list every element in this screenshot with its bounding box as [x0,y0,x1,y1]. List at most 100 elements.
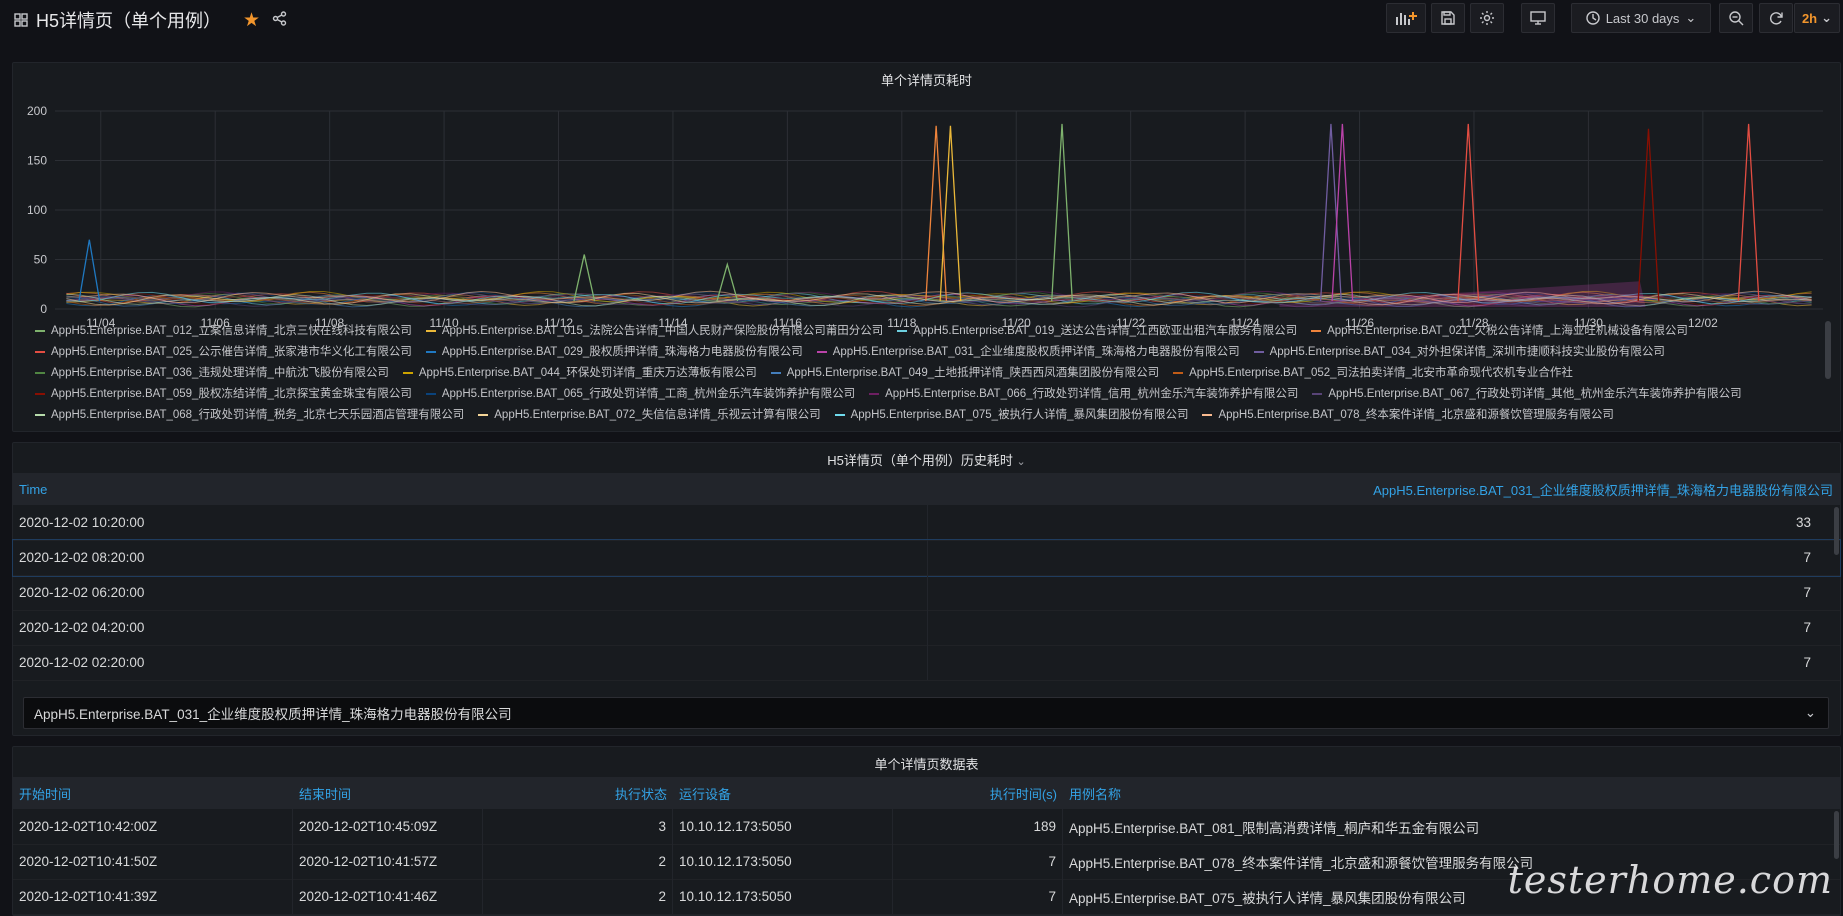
timeseries-chart[interactable]: 05010015020011/04 11/06 11/08 11/10 11/12 11/… [13,85,1842,335]
legend-label: AppH5.Enterprise.BAT_021_欠税公告详情_上海业旺机械设备… [1327,325,1688,337]
legend-color-swatch [1253,350,1264,353]
legend-color-swatch [1311,329,1322,332]
legend-label: AppH5.Enterprise.BAT_019_送达公告详情_江西欧亚出租汽车… [913,325,1298,337]
series-peak [1737,123,1760,302]
history-scrollbar[interactable] [1834,507,1839,555]
column-header-case-name[interactable]: 用例名称 [1063,777,1839,809]
legend-item[interactable]: AppH5.Enterprise.BAT_075_被执行人详情_暴风集团股份有限… [834,405,1188,426]
legend-label: AppH5.Enterprise.BAT_066_行政处罚详情_信用_杭州金乐汽… [885,388,1299,400]
data-table-scrollbar[interactable] [1834,811,1839,859]
legend-item[interactable]: AppH5.Enterprise.BAT_078_终本案件详情_北京盛和源餐饮管… [1202,405,1614,426]
legend-item[interactable]: AppH5.Enterprise.BAT_065_行政处罚详情_工商_杭州金乐汽… [425,384,855,405]
cell-value: 33 [1795,515,1811,530]
data-table-header: 开始时间 结束时间 执行状态 运行设备 执行时间(s) 用例名称 [13,777,1840,809]
legend-label: AppH5.Enterprise.BAT_029_股权质押详情_珠海格力电器股份… [441,346,803,358]
monitor-icon [1530,11,1546,25]
refresh-interval-label: 2h [1801,10,1818,26]
column-header-status[interactable]: 执行状态 [483,777,673,809]
share-icon[interactable] [272,11,287,29]
legend-item[interactable]: AppH5.Enterprise.BAT_049_土地抵押详情_陕西西凤酒集团股… [770,363,1160,384]
cell-time: 2020-12-02 06:20:00 [13,575,928,610]
y-tick-label: 200 [27,104,47,118]
save-dashboard-button[interactable] [1431,3,1465,33]
dashboard-settings-button[interactable] [1470,3,1504,33]
legend-color-swatch [834,413,845,416]
legend-label: AppH5.Enterprise.BAT_072_失信信息详情_乐视云计算有限公… [494,409,821,421]
dashboard-grid-icon[interactable] [14,13,28,27]
legend-scrollbar[interactable] [1825,321,1831,379]
series-peak [939,125,962,302]
legend-item[interactable]: AppH5.Enterprise.BAT_067_行政处罚详情_其他_杭州金乐汽… [1312,384,1742,405]
legend-item[interactable]: AppH5.Enterprise.BAT_025_公示催告详情_张家港市华义化工… [35,342,412,363]
cell-end-time: 2020-12-02T10:41:46Z [293,879,483,914]
top-navbar: H5详情页（单个用例） ★ Last 30 days ⌄ 2h ⌄ [0,0,1843,38]
legend-item[interactable]: AppH5.Enterprise.BAT_036_违规处理详情_中航沈飞股份有限… [35,363,389,384]
add-panel-button[interactable] [1386,3,1426,33]
legend-label: AppH5.Enterprise.BAT_052_司法拍卖详情_北安市革命现代农… [1189,367,1573,379]
series-select-value: AppH5.Enterprise.BAT_031_企业维度股权质押详情_珠海格力… [34,707,512,722]
table-row[interactable]: 2020-12-02T10:42:00Z 2020-12-02T10:45:09Z… [13,809,1840,845]
column-header-end-time[interactable]: 结束时间 [293,777,483,809]
legend-item[interactable]: AppH5.Enterprise.BAT_012_立案信息详情_北京三快在线科技… [35,321,412,342]
cell-value: 7 [1803,550,1811,565]
legend-item[interactable]: AppH5.Enterprise.BAT_031_企业维度股权质押详情_珠海格力… [816,342,1240,363]
column-header-value[interactable]: AppH5.Enterprise.BAT_031_企业维度股权质押详情_珠海格力… [928,473,1839,505]
legend-item[interactable]: AppH5.Enterprise.BAT_066_行政处罚详情_信用_杭州金乐汽… [869,384,1298,405]
legend-label: AppH5.Enterprise.BAT_015_法院公告详情_中国人民财产保险… [441,325,884,337]
series-peak [1331,123,1354,302]
legend-item[interactable]: AppH5.Enterprise.BAT_034_对外担保详情_深圳市捷顺科技实… [1253,342,1665,363]
table-row[interactable]: 2020-12-02 06:20:00 7 [13,575,1840,611]
legend-label: AppH5.Enterprise.BAT_025_公示催告详情_张家港市华义化工… [51,346,412,358]
zoom-out-button[interactable] [1719,3,1753,33]
watermark-text: testerhome.com [1507,858,1833,902]
legend-item[interactable]: AppH5.Enterprise.BAT_021_欠税公告详情_上海业旺机械设备… [1311,321,1688,342]
zoom-out-icon [1728,10,1743,25]
series-peak [1319,123,1342,302]
dashboard-title-area: H5详情页（单个用例） ★ [14,7,287,33]
dashboard-title[interactable]: H5详情页（单个用例） [36,7,221,33]
star-icon[interactable]: ★ [243,9,260,32]
cell-device: 10.10.12.173:5050 [673,844,893,879]
legend-item[interactable]: AppH5.Enterprise.BAT_072_失信信息详情_乐视云计算有限公… [478,405,821,426]
column-header-start-time[interactable]: 开始时间 [13,777,293,809]
legend-item[interactable]: AppH5.Enterprise.BAT_044_环保处罚详情_重庆万达薄板有限… [402,363,757,384]
refresh-button[interactable] [1759,3,1793,33]
table-row[interactable]: 2020-12-02 04:20:00 7 [13,610,1840,646]
time-range-picker[interactable]: Last 30 days ⌄ [1571,3,1711,33]
tv-mode-button[interactable] [1521,3,1555,33]
series-select[interactable]: AppH5.Enterprise.BAT_031_企业维度股权质押详情_珠海格力… [23,697,1829,729]
column-header-duration[interactable]: 执行时间(s) [893,777,1063,809]
legend-color-swatch [1202,413,1213,416]
data-panel-title[interactable]: 单个详情页数据表 [13,754,1840,773]
column-header-device[interactable]: 运行设备 [673,777,893,809]
cell-value: 7 [1803,620,1811,635]
series-peak [925,125,948,302]
y-tick-label: 0 [40,302,47,316]
legend-label: AppH5.Enterprise.BAT_049_土地抵押详情_陕西西凤酒集团股… [786,367,1160,379]
column-header-time[interactable]: Time [13,473,928,505]
legend-color-swatch [897,329,908,332]
legend-item[interactable]: AppH5.Enterprise.BAT_015_法院公告详情_中国人民财产保险… [425,321,884,342]
chart-legend: AppH5.Enterprise.BAT_012_立案信息详情_北京三快在线科技… [35,321,1815,426]
cell-duration: 7 [893,879,1063,914]
legend-label: AppH5.Enterprise.BAT_044_环保处罚详情_重庆万达薄板有限… [418,367,757,379]
refresh-interval-picker[interactable]: 2h ⌄ [1794,3,1840,33]
legend-item[interactable]: AppH5.Enterprise.BAT_019_送达公告详情_江西欧亚出租汽车… [897,321,1297,342]
history-panel-title[interactable]: H5详情页（单个用例）历史耗时 ⌄ [13,450,1840,469]
legend-item[interactable]: AppH5.Enterprise.BAT_052_司法拍卖详情_北安市革命现代农… [1173,363,1573,384]
legend-color-swatch [35,329,45,332]
table-row[interactable]: 2020-12-02 10:20:00 33 [13,505,1840,541]
legend-item[interactable]: AppH5.Enterprise.BAT_068_行政处罚详情_税务_北京七天乐… [35,405,464,426]
cell-duration: 7 [893,844,1063,879]
legend-color-swatch [770,371,781,374]
table-row[interactable]: 2020-12-02 02:20:00 7 [13,645,1840,681]
legend-color-swatch [425,329,436,332]
legend-item[interactable]: AppH5.Enterprise.BAT_029_股权质押详情_珠海格力电器股份… [425,342,803,363]
cell-value: 7 [1803,585,1811,600]
table-row[interactable]: 2020-12-02 08:20:00 7 [12,539,1841,577]
cell-device: 10.10.12.173:5050 [673,809,893,844]
cell-time: 2020-12-02 02:20:00 [13,645,928,680]
legend-item[interactable]: AppH5.Enterprise.BAT_059_股权冻结详情_北京探宝黄金珠宝… [35,384,412,405]
chevron-down-icon: ⌄ [1685,10,1697,25]
cell-value: 7 [1803,655,1811,670]
